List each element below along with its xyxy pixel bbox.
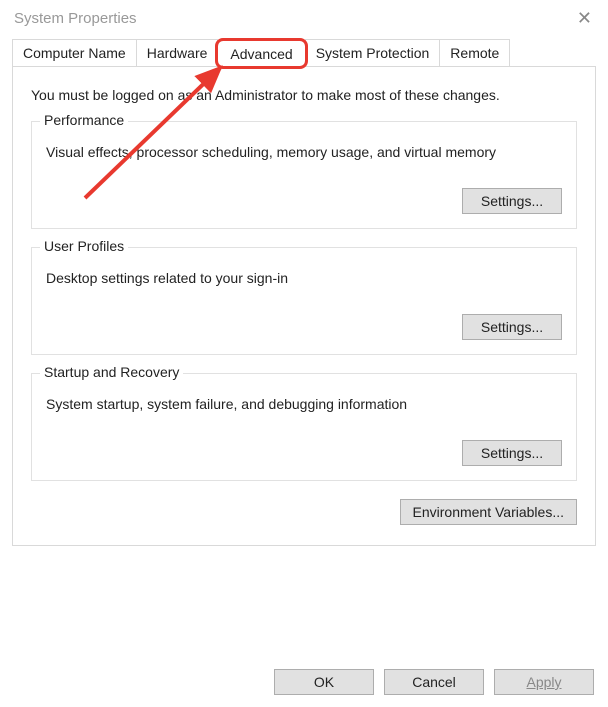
group-user-profiles-desc: Desktop settings related to your sign-in — [46, 270, 562, 286]
tab-system-protection[interactable]: System Protection — [305, 39, 441, 66]
tab-hardware[interactable]: Hardware — [136, 39, 219, 66]
titlebar: System Properties ✕ — [0, 0, 608, 39]
group-user-profiles: User Profiles Desktop settings related t… — [31, 247, 577, 355]
group-startup-recovery: Startup and Recovery System startup, sys… — [31, 373, 577, 481]
apply-button[interactable]: Apply — [494, 669, 594, 695]
group-performance-desc: Visual effects, processor scheduling, me… — [46, 144, 562, 160]
group-performance: Performance Visual effects, processor sc… — [31, 121, 577, 229]
dialog-buttons: OK Cancel Apply — [274, 669, 594, 695]
admin-instruction: You must be logged on as an Administrato… — [31, 87, 577, 103]
close-icon[interactable]: ✕ — [573, 8, 596, 29]
group-user-profiles-legend: User Profiles — [40, 238, 128, 254]
environment-variables-button[interactable]: Environment Variables... — [400, 499, 577, 525]
cancel-button[interactable]: Cancel — [384, 669, 484, 695]
tab-computer-name[interactable]: Computer Name — [12, 39, 137, 66]
startup-recovery-settings-button[interactable]: Settings... — [462, 440, 562, 466]
performance-settings-button[interactable]: Settings... — [462, 188, 562, 214]
window-title: System Properties — [14, 10, 137, 27]
tab-advanced[interactable]: Advanced — [217, 40, 305, 67]
group-performance-legend: Performance — [40, 112, 128, 128]
group-startup-recovery-legend: Startup and Recovery — [40, 364, 183, 380]
tab-panel-advanced: You must be logged on as an Administrato… — [12, 66, 596, 546]
group-startup-recovery-desc: System startup, system failure, and debu… — [46, 396, 562, 412]
tabs-row: Computer Name Hardware Advanced System P… — [12, 39, 596, 66]
user-profiles-settings-button[interactable]: Settings... — [462, 314, 562, 340]
ok-button[interactable]: OK — [274, 669, 374, 695]
tab-remote[interactable]: Remote — [439, 39, 510, 66]
